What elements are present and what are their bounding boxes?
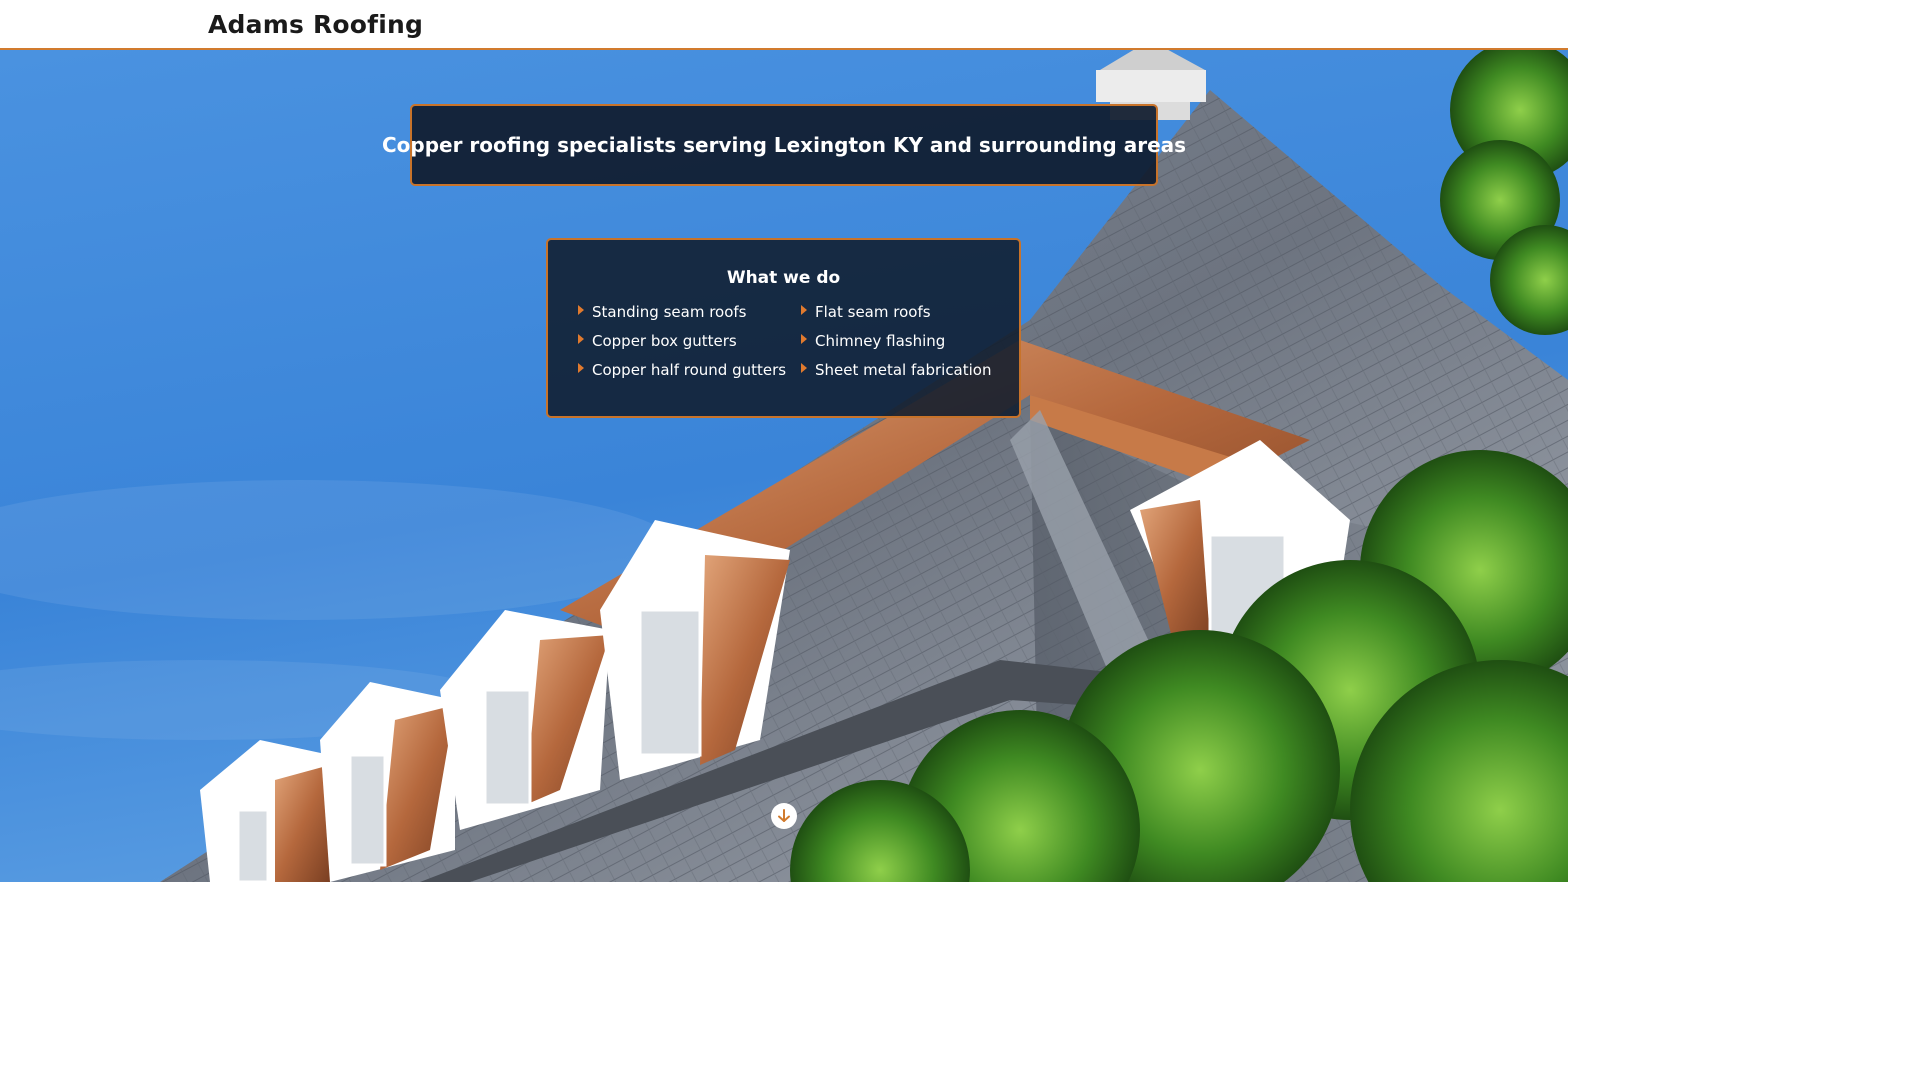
site-header: Adams Roofing (0, 0, 1568, 50)
service-item: Flat seam roofs (801, 302, 1001, 322)
service-label: Standing seam roofs (592, 303, 747, 321)
service-label: Copper half round gutters (592, 361, 787, 379)
services-panel: What we do Standing seam roofs Flat seam… (546, 238, 1021, 418)
tagline-text: Copper roofing specialists serving Lexin… (381, 133, 1187, 157)
caret-right-icon (578, 363, 584, 373)
services-title: What we do (726, 268, 841, 288)
service-item: Copper box gutters (578, 331, 801, 351)
caret-right-icon (578, 334, 584, 344)
service-item: Standing seam roofs (578, 302, 801, 322)
service-item: Copper half round gutters (578, 360, 801, 380)
services-list: Standing seam roofs Flat seam roofs Copp… (578, 302, 1001, 380)
caret-right-icon (801, 363, 807, 373)
arrow-down-circle-icon (778, 809, 790, 822)
service-label: Flat seam roofs (815, 303, 931, 321)
service-label: Chimney flashing (815, 332, 946, 350)
service-item: Sheet metal fabrication (801, 360, 1001, 380)
service-label: Copper box gutters (592, 332, 737, 350)
service-item: Chimney flashing (801, 331, 1001, 351)
page: Adams Roofing Copper roofing specialists… (0, 0, 1568, 882)
brand-name[interactable]: Adams Roofing (208, 10, 423, 39)
scroll-down-button[interactable] (771, 803, 797, 829)
caret-right-icon (578, 305, 584, 315)
service-label: Sheet metal fabrication (815, 361, 992, 379)
tagline-panel: Copper roofing specialists serving Lexin… (382, 104, 1186, 186)
caret-right-icon (801, 305, 807, 315)
caret-right-icon (801, 334, 807, 344)
